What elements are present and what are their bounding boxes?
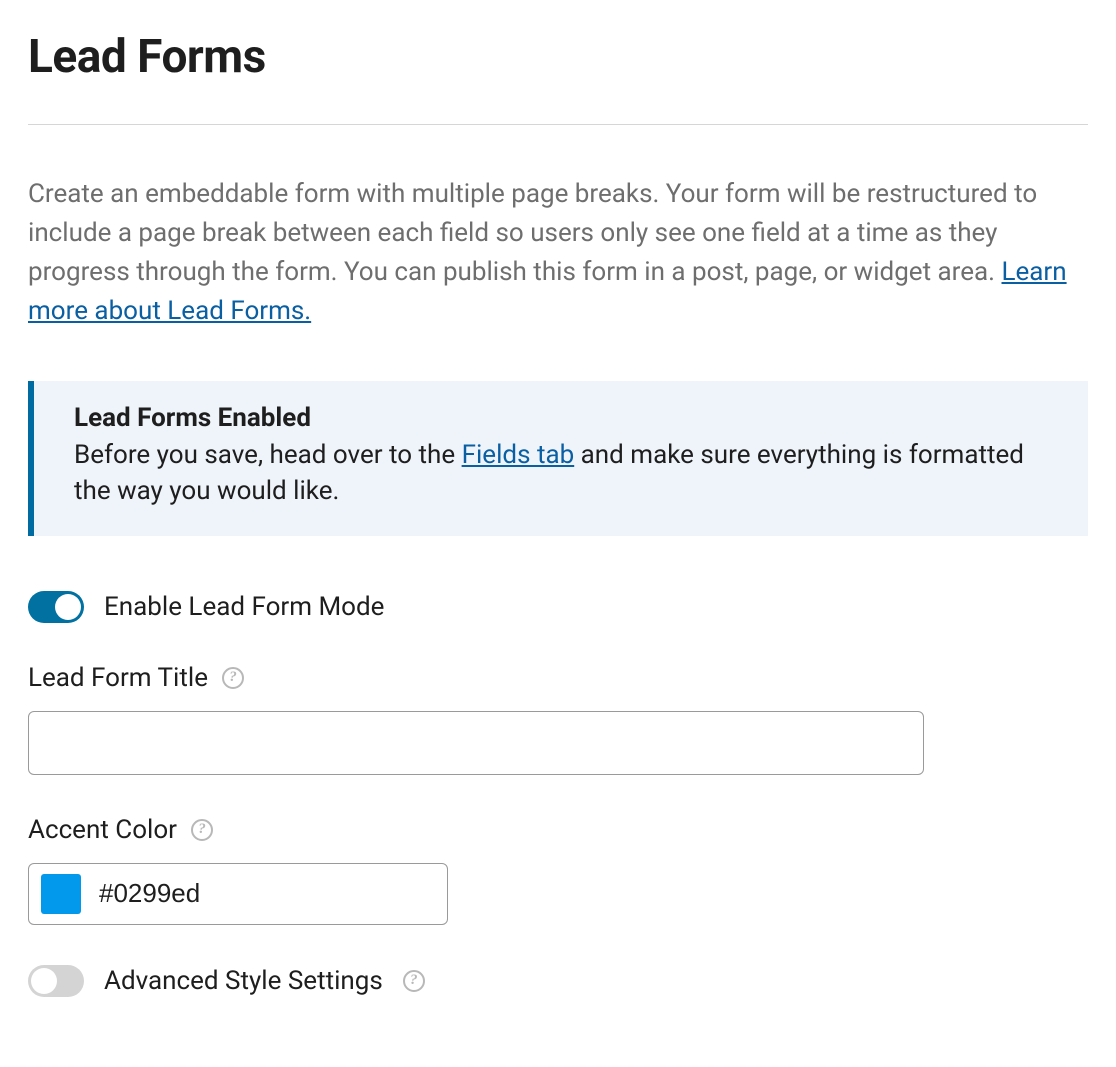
- page-title: Lead Forms: [28, 30, 1088, 84]
- notice-banner: Lead Forms Enabled Before you save, head…: [28, 381, 1088, 536]
- accent-color-input-wrap[interactable]: [28, 863, 448, 925]
- accent-color-input[interactable]: [99, 878, 435, 909]
- description-text: Create an embeddable form with multiple …: [28, 179, 1037, 287]
- accent-color-label-row: Accent Color ?: [28, 815, 1088, 845]
- section-divider: [28, 124, 1088, 125]
- notice-body: Before you save, head over to the Fields…: [74, 437, 1048, 510]
- help-icon[interactable]: ?: [222, 667, 244, 689]
- help-icon[interactable]: ?: [403, 970, 425, 992]
- advanced-style-row: Advanced Style Settings ?: [28, 965, 1088, 997]
- notice-body-prefix: Before you save, head over to the: [74, 440, 462, 470]
- help-icon[interactable]: ?: [191, 819, 213, 841]
- accent-color-label: Accent Color: [28, 815, 177, 845]
- lead-form-title-field: Lead Form Title ?: [28, 663, 1088, 775]
- color-swatch[interactable]: [41, 874, 81, 914]
- enable-lead-form-row: Enable Lead Form Mode: [28, 591, 1088, 623]
- toggle-knob: [31, 968, 57, 994]
- advanced-style-label: Advanced Style Settings: [104, 966, 383, 996]
- notice-title: Lead Forms Enabled: [74, 403, 1048, 433]
- enable-lead-form-label: Enable Lead Form Mode: [104, 592, 384, 622]
- page-description: Create an embeddable form with multiple …: [28, 175, 1088, 331]
- toggle-knob: [55, 594, 81, 620]
- advanced-style-toggle[interactable]: [28, 965, 84, 997]
- lead-form-title-label-row: Lead Form Title ?: [28, 663, 1088, 693]
- accent-color-field: Accent Color ?: [28, 815, 1088, 925]
- enable-lead-form-toggle[interactable]: [28, 591, 84, 623]
- lead-form-title-label: Lead Form Title: [28, 663, 208, 693]
- fields-tab-link[interactable]: Fields tab: [462, 440, 575, 470]
- lead-form-title-input[interactable]: [28, 711, 924, 775]
